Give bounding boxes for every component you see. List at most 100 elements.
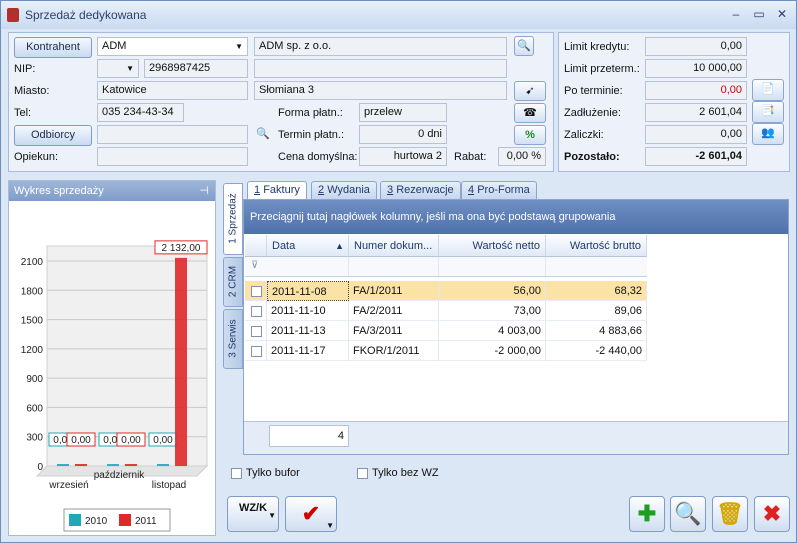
row-net: -2 000,00 bbox=[439, 341, 546, 361]
window-title: Sprzedaż dedykowana bbox=[25, 8, 147, 22]
category-label: listopad bbox=[152, 480, 186, 491]
rabat-field: 0,00 % bbox=[498, 147, 546, 166]
search-icon[interactable]: 🔍 bbox=[514, 36, 534, 56]
tel-label: Tel: bbox=[14, 107, 32, 119]
checkbox-column-header bbox=[245, 235, 267, 257]
pin-icon[interactable]: ⊣ bbox=[199, 181, 209, 201]
limit-przeterm-field: 10 000,00 bbox=[645, 59, 747, 78]
y-tick-label: 900 bbox=[26, 374, 43, 385]
kontrahent-name-field: ADM sp. z o.o. bbox=[254, 37, 507, 56]
close-icon[interactable]: ✖ bbox=[754, 496, 790, 532]
column-header-netto[interactable]: Wartość netto bbox=[439, 235, 546, 257]
approve-button[interactable]: ✔ ▼ bbox=[285, 496, 337, 532]
close-window-button[interactable]: ✕ bbox=[774, 7, 790, 21]
kontrahent-code-select[interactable]: ADM ▼ bbox=[97, 37, 248, 56]
filter-row[interactable]: ⊽ bbox=[245, 257, 647, 277]
y-tick-label: 1800 bbox=[21, 286, 44, 297]
sort-ascending-icon: ▲ bbox=[335, 241, 344, 251]
row-net: 4 003,00 bbox=[439, 321, 546, 341]
opiekun-field bbox=[97, 147, 248, 166]
search-icon[interactable]: 🔍 bbox=[670, 496, 706, 532]
wzk-button[interactable]: WZ/K ▼ bbox=[227, 496, 279, 532]
row-net: 56,00 bbox=[439, 281, 546, 301]
nip-prefix-select[interactable]: ▼ bbox=[97, 59, 139, 78]
row-date: 2011-11-08 bbox=[267, 281, 349, 301]
map-icon[interactable]: ➹ bbox=[514, 81, 546, 101]
y-tick-label: 1200 bbox=[21, 345, 44, 356]
people-icon[interactable]: 👥 bbox=[752, 123, 784, 145]
row-checkbox[interactable] bbox=[251, 326, 262, 337]
group-by-area[interactable]: Przeciągnij tutaj nagłówek kolumny, jeśl… bbox=[244, 200, 788, 234]
odbiorcy-button[interactable]: Odbiorcy bbox=[14, 125, 92, 146]
chevron-down-icon[interactable]: ▼ bbox=[326, 509, 334, 543]
row-gross: 68,32 bbox=[546, 281, 647, 301]
legend-label: 2010 bbox=[85, 516, 108, 527]
zadluzenie-label: Zadłużenie: bbox=[564, 107, 621, 119]
y-tick-label: 2100 bbox=[21, 257, 44, 268]
row-date: 2011-11-10 bbox=[267, 301, 349, 321]
limit-kredytu-label: Limit kredytu: bbox=[564, 41, 630, 53]
table-row[interactable]: 2011-11-13 FA/3/2011 4 003,00 4 883,66 bbox=[245, 321, 647, 341]
chevron-down-icon[interactable]: ▼ bbox=[268, 509, 276, 523]
side-tab-sprzedaz[interactable]: 1 Sprzedaż bbox=[223, 183, 243, 255]
pozostalo-label: Pozostało: bbox=[564, 151, 620, 163]
table-row[interactable]: 2011-11-17 FKOR/1/2011 -2 000,00 -2 440,… bbox=[245, 341, 647, 361]
tab-proforma[interactable]: 4 Pro-Forma bbox=[461, 181, 537, 199]
po-terminie-label: Po terminie: bbox=[564, 85, 623, 97]
table-row[interactable]: 2011-11-10 FA/2/2011 73,00 89,06 bbox=[245, 301, 647, 321]
column-header-data[interactable]: Data ▲ bbox=[267, 235, 349, 257]
kontrahent-button[interactable]: Kontrahent bbox=[14, 37, 92, 58]
side-tab-serwis[interactable]: 3 Serwis bbox=[223, 309, 243, 369]
opiekun-label: Opiekun: bbox=[14, 151, 59, 163]
legend-swatch bbox=[69, 514, 81, 526]
chevron-down-icon: ▼ bbox=[126, 64, 134, 73]
column-header-brutto[interactable]: Wartość brutto bbox=[546, 235, 647, 257]
trash-icon[interactable]: 🗑 bbox=[712, 496, 748, 532]
document-icon[interactable]: 📄 bbox=[752, 79, 784, 101]
tab-rezerwacje[interactable]: 3 Rezerwacje bbox=[380, 181, 461, 199]
tab-wydania-label: Wydania bbox=[327, 184, 370, 196]
side-tab-crm[interactable]: 2 CRM bbox=[223, 257, 243, 307]
bar bbox=[75, 464, 87, 466]
maximize-button[interactable]: ▭ bbox=[751, 7, 767, 21]
filter-icon: ⊽ bbox=[251, 260, 259, 271]
row-checkbox[interactable] bbox=[251, 346, 262, 357]
documents-icon[interactable]: 📑 bbox=[752, 101, 784, 123]
column-header-numer[interactable]: Numer dokum... bbox=[349, 235, 439, 257]
row-number: FA/1/2011 bbox=[349, 281, 439, 301]
data-label: 0,00 bbox=[71, 435, 91, 446]
tab-proforma-num: 4 bbox=[468, 184, 475, 196]
termin-label: Termin płatn.: bbox=[278, 129, 345, 141]
data-label: 0,00 bbox=[153, 435, 173, 446]
chart-panel-header: Wykres sprzedaży ⊣ bbox=[9, 181, 215, 201]
row-date: 2011-11-17 bbox=[267, 341, 349, 361]
address-extra-field bbox=[254, 59, 507, 78]
tab-faktury[interactable]: 1 Faktury bbox=[247, 181, 307, 200]
table-row[interactable]: 2011-11-08 FA/1/2011 56,00 68,32 bbox=[245, 281, 647, 301]
row-checkbox[interactable] bbox=[251, 306, 262, 317]
row-checkbox[interactable] bbox=[251, 286, 262, 297]
add-icon[interactable]: ✚ bbox=[629, 496, 665, 532]
limit-przeterm-label: Limit przeterm.: bbox=[564, 63, 640, 75]
tylko-bez-wz-checkbox[interactable] bbox=[357, 468, 368, 479]
tab-faktury-num: 1 bbox=[254, 184, 261, 196]
tab-wydania[interactable]: 2 Wydania bbox=[311, 181, 377, 199]
side-tab-sprzedaz-label: 1 Sprzedaż bbox=[227, 193, 239, 244]
magnifier-icon[interactable]: 🔍 bbox=[253, 125, 273, 145]
rabat-label: Rabat: bbox=[454, 151, 487, 163]
minimize-button[interactable]: – bbox=[728, 7, 744, 21]
forma-label: Forma płatn.: bbox=[278, 107, 343, 119]
nip-label: NIP: bbox=[14, 63, 36, 75]
zadluzenie-field: 2 601,04 bbox=[645, 103, 747, 122]
tylko-bufor-checkbox[interactable] bbox=[231, 468, 242, 479]
row-net: 73,00 bbox=[439, 301, 546, 321]
y-tick-label: 1500 bbox=[21, 316, 44, 327]
row-gross: 4 883,66 bbox=[546, 321, 647, 341]
percent-icon[interactable]: % bbox=[514, 125, 546, 145]
bar bbox=[157, 464, 169, 466]
termin-field: 0 dni bbox=[359, 125, 447, 144]
tab-wydania-num: 2 bbox=[318, 184, 325, 196]
cena-field: hurtowa 2 bbox=[359, 147, 447, 166]
zaliczki-label: Zaliczki: bbox=[564, 129, 604, 141]
phone-icon[interactable]: ☎ bbox=[514, 103, 546, 123]
